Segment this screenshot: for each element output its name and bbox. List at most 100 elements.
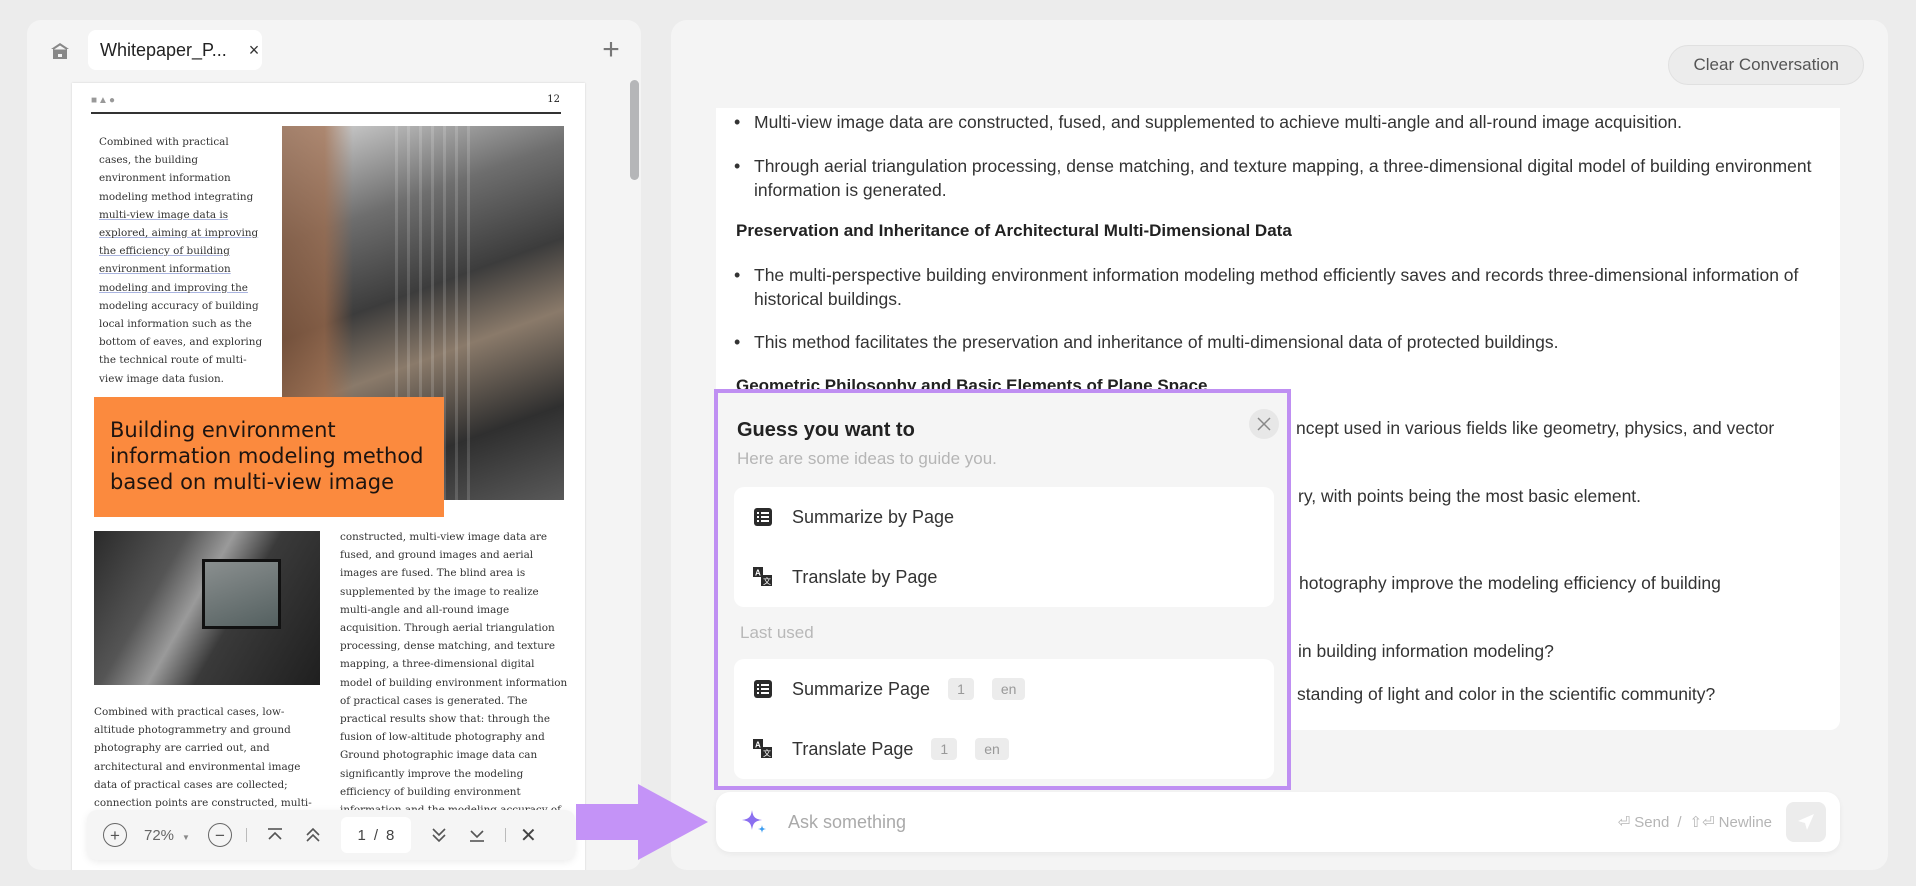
ask-input[interactable] xyxy=(788,811,1568,833)
scrollbar[interactable] xyxy=(630,80,639,180)
sparkle-icon xyxy=(742,810,766,833)
caret-down-icon: ▼ xyxy=(182,832,190,842)
pdf-text-line: the technical route of multi- xyxy=(99,354,247,367)
last-page-icon xyxy=(469,830,484,842)
language-badge: en xyxy=(991,678,1026,700)
page-badge: 1 xyxy=(931,738,958,760)
document-tab[interactable]: Whitepaper_P... × xyxy=(88,30,262,70)
home-icon xyxy=(51,43,69,59)
translate-icon: A文 xyxy=(752,566,774,588)
translate-page-option[interactable]: A文 Translate Page 1 en xyxy=(734,719,1274,779)
option-label: Translate by Page xyxy=(792,566,938,587)
partial-text: ncept used in various fields like geomet… xyxy=(1296,418,1775,438)
divider xyxy=(91,112,561,114)
page-indicator[interactable]: 1 / 8 xyxy=(340,817,411,853)
list-item: Multi-view image data are constructed, f… xyxy=(734,110,1824,134)
last-page-button[interactable] xyxy=(463,827,491,843)
keyboard-hint: ⏎ Send / ⇧⏎ Newline xyxy=(1617,813,1772,832)
section-heading: Preservation and Inheritance of Architec… xyxy=(736,221,1292,240)
option-label: Summarize by Page xyxy=(792,506,955,527)
partial-text: hotography improve the modeling efficien… xyxy=(1299,573,1721,593)
pdf-text-line: modeling and improving the xyxy=(99,281,248,294)
add-tab-icon[interactable]: + xyxy=(598,35,624,65)
tab-close-icon[interactable]: × xyxy=(249,40,260,61)
zoom-in-button[interactable]: + xyxy=(103,823,127,847)
page-separator: / xyxy=(373,826,379,844)
zoom-level: 72% xyxy=(144,826,175,844)
pdf-text-line: bottom of eaves, and exploring xyxy=(99,336,263,349)
close-popup-button[interactable] xyxy=(1249,409,1279,439)
pdf-text-column-2: constructed, multi-view image data are f… xyxy=(340,531,568,834)
enter-icon: ⏎ xyxy=(1617,814,1631,831)
hint-separator: / xyxy=(1677,813,1682,831)
list-item: Through aerial triangulation processing,… xyxy=(734,154,1824,202)
list-item: The multi-perspective building environme… xyxy=(734,263,1824,311)
clear-conversation-button[interactable]: Clear Conversation xyxy=(1668,45,1864,85)
double-chevron-up-icon xyxy=(306,827,320,842)
pdf-text-line: environment information xyxy=(99,172,231,185)
previous-page-button[interactable] xyxy=(299,826,327,844)
pdf-text-line: explored, aiming at improving xyxy=(99,227,259,240)
pdf-text-line: Combined with practical xyxy=(99,136,229,148)
svg-text:A: A xyxy=(755,741,761,750)
list-icon xyxy=(752,678,774,700)
pdf-text-line: local information such as the xyxy=(99,318,252,331)
svg-text:文: 文 xyxy=(763,576,771,586)
partial-text: standing of light and color in the scien… xyxy=(1297,684,1716,704)
pdf-logo: ■▲● xyxy=(91,95,116,106)
translate-icon: A文 xyxy=(752,738,774,760)
close-icon xyxy=(1257,417,1271,431)
newline-hint: Newline xyxy=(1718,813,1772,831)
translate-by-page-option[interactable]: A文 Translate by Page xyxy=(734,547,1274,607)
pdf-viewer-panel: Whitepaper_P... × + ■▲● 12 Combined with… xyxy=(27,20,641,870)
minus-icon: − xyxy=(214,825,225,845)
last-used-list: Summarize Page 1 en A文 Translate Page 1 … xyxy=(734,659,1274,779)
send-hint: Send xyxy=(1634,813,1670,831)
pdf-text-line: modeling accuracy of building xyxy=(99,299,259,312)
double-chevron-down-icon xyxy=(432,828,446,843)
svg-text:A: A xyxy=(755,569,761,578)
pdf-text-line: multi-view image data is xyxy=(99,208,229,221)
partial-text: ry, with points being the most basic ele… xyxy=(1298,486,1642,506)
pdf-text-line: the efficiency of building xyxy=(99,245,230,258)
total-pages: 8 xyxy=(386,826,395,844)
pdf-toolbar: + 72% ▼ − 1 / 8 ✕ xyxy=(87,810,575,860)
language-badge: en xyxy=(975,738,1009,760)
list-item: This method facilitates the preservation… xyxy=(734,330,1824,354)
summarize-page-option[interactable]: Summarize Page 1 en xyxy=(734,659,1274,719)
partial-text: in building information modeling? xyxy=(1298,641,1554,661)
suggestion-list: Summarize by Page A文 Translate by Page xyxy=(734,487,1274,607)
option-label: Summarize Page xyxy=(792,678,931,699)
divider xyxy=(245,828,247,842)
next-page-button[interactable] xyxy=(425,826,453,844)
suggestion-popup: Guess you want to Here are some ideas to… xyxy=(714,389,1291,790)
send-icon xyxy=(1798,814,1814,830)
summarize-by-page-option[interactable]: Summarize by Page xyxy=(734,487,1274,547)
close-toolbar-icon[interactable]: ✕ xyxy=(520,823,537,848)
first-page-icon xyxy=(267,828,282,840)
pdf-banner-title: Building environment information modelin… xyxy=(94,397,444,517)
shift-enter-icon: ⇧⏎ xyxy=(1689,814,1715,831)
popup-subtitle: Here are some ideas to guide you. xyxy=(737,449,997,468)
pdf-text-line: environment information xyxy=(99,263,231,276)
annotation-arrow xyxy=(576,784,708,860)
send-button[interactable] xyxy=(1786,802,1826,842)
first-page-button[interactable] xyxy=(261,827,289,843)
chat-input-bar: ⏎ Send / ⇧⏎ Newline xyxy=(716,792,1840,852)
home-button[interactable] xyxy=(47,38,73,64)
pdf-text-line: cases, the building xyxy=(99,154,199,167)
tab-title: Whitepaper_P... xyxy=(100,39,227,60)
last-used-label: Last used xyxy=(740,623,814,642)
list-icon xyxy=(752,506,774,528)
svg-text:文: 文 xyxy=(763,748,771,758)
zoom-level-select[interactable]: 72% ▼ xyxy=(144,827,190,844)
zoom-out-button[interactable]: − xyxy=(207,823,232,847)
pdf-page: ■▲● 12 Combined with practical cases, the… xyxy=(72,83,585,870)
pdf-text-line: view image data fusion. xyxy=(99,372,224,385)
plus-icon: + xyxy=(110,825,120,845)
current-page[interactable]: 1 xyxy=(358,827,366,844)
pdf-text-line: modeling method integrating xyxy=(99,190,254,203)
pdf-page-number: 12 xyxy=(547,94,560,105)
option-label: Translate Page xyxy=(792,738,914,759)
workstation-photo xyxy=(94,531,320,685)
